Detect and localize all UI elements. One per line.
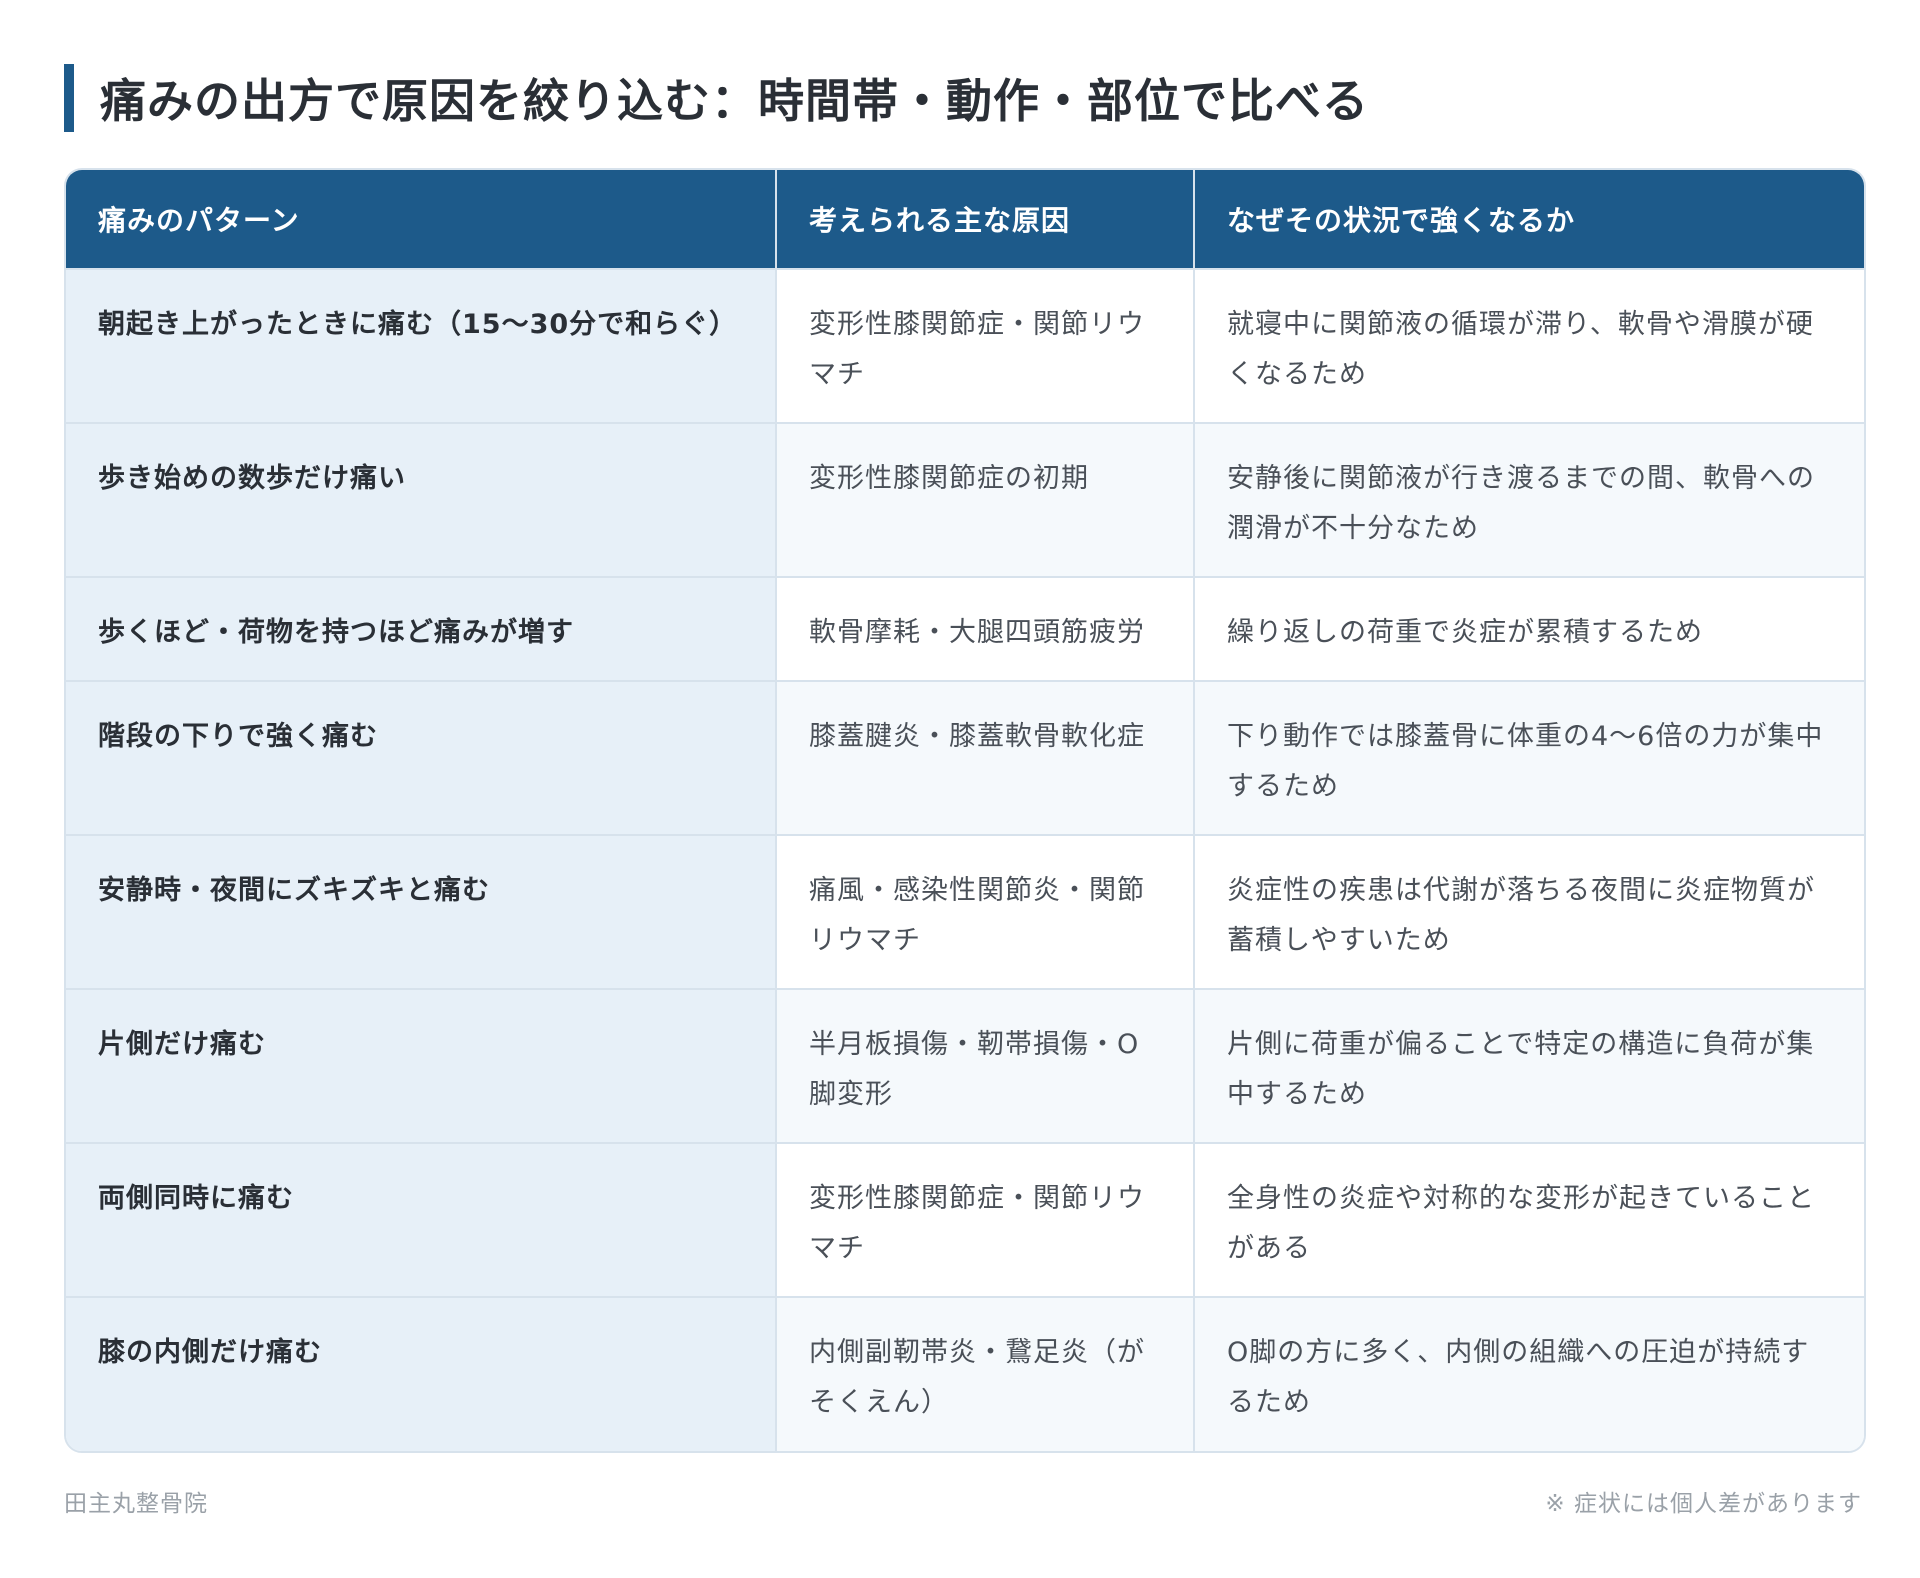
header-pain-pattern: 痛みのパターン: [66, 170, 776, 269]
pain-pattern-cell: 膝の内側だけ痛む: [66, 1296, 776, 1451]
pain-pattern-cell: 片側だけ痛む: [66, 988, 776, 1143]
disclaimer-note: ※ 症状には個人差があります: [1545, 1491, 1862, 1517]
table-row: 片側だけ痛む 半月板損傷・靭帯損傷・O脚変形 片側に荷重が偏ることで特定の構造に…: [66, 988, 1864, 1143]
table-row: 歩くほど・荷物を持つほど痛みが増す 軟骨摩耗・大腿四頭筋疲労 繰り返しの荷重で炎…: [66, 576, 1864, 681]
table-row: 両側同時に痛む 変形性膝関節症・関節リウマチ 全身性の炎症や対称的な変形が起きて…: [66, 1142, 1864, 1297]
reason-cell: 下り動作では膝蓋骨に体重の4〜6倍の力が集中するため: [1193, 680, 1864, 835]
pain-pattern-table: 痛みのパターン 考えられる主な原因 なぜその状況で強くなるか 朝起き上がったとき…: [64, 168, 1866, 1453]
cause-cell: 変形性膝関節症・関節リウマチ: [775, 1142, 1194, 1297]
title-accent-bar: [64, 64, 74, 132]
clinic-name: 田主丸整骨院: [64, 1491, 208, 1517]
reason-cell: 繰り返しの荷重で炎症が累積するため: [1193, 576, 1864, 681]
reason-cell: O脚の方に多く、内側の組織への圧迫が持続するため: [1193, 1296, 1864, 1451]
table-row: 歩き始めの数歩だけ痛い 変形性膝関節症の初期 安静後に関節液が行き渡るまでの間、…: [66, 422, 1864, 577]
table-header-row: 痛みのパターン 考えられる主な原因 なぜその状況で強くなるか: [66, 170, 1864, 269]
page-title: 痛みの出方で原因を絞り込む：時間帯・動作・部位で比べる: [100, 74, 1369, 128]
reason-cell: 炎症性の疾患は代謝が落ちる夜間に炎症物質が蓄積しやすいため: [1193, 834, 1864, 989]
pain-pattern-cell: 階段の下りで強く痛む: [66, 680, 776, 835]
pain-pattern-cell: 両側同時に痛む: [66, 1142, 776, 1297]
cause-cell: 軟骨摩耗・大腿四頭筋疲労: [775, 576, 1194, 681]
reason-cell: 安静後に関節液が行き渡るまでの間、軟骨への潤滑が不十分なため: [1193, 422, 1864, 577]
cause-cell: 痛風・感染性関節炎・関節リウマチ: [775, 834, 1194, 989]
page-heading: 痛みの出方で原因を絞り込む：時間帯・動作・部位で比べる: [64, 64, 1369, 132]
table-row: 安静時・夜間にズキズキと痛む 痛風・感染性関節炎・関節リウマチ 炎症性の疾患は代…: [66, 834, 1864, 989]
header-main-causes: 考えられる主な原因: [775, 170, 1194, 269]
cause-cell: 半月板損傷・靭帯損傷・O脚変形: [775, 988, 1194, 1143]
cause-cell: 変形性膝関節症・関節リウマチ: [775, 268, 1194, 423]
reason-cell: 就寝中に関節液の循環が滞り、軟骨や滑膜が硬くなるため: [1193, 268, 1864, 423]
pain-pattern-cell: 朝起き上がったときに痛む（15〜30分で和らぐ）: [66, 268, 776, 423]
reason-cell: 片側に荷重が偏ることで特定の構造に負荷が集中するため: [1193, 988, 1864, 1143]
cause-cell: 変形性膝関節症の初期: [775, 422, 1194, 577]
cause-cell: 膝蓋腱炎・膝蓋軟骨軟化症: [775, 680, 1194, 835]
cause-cell: 内側副靭帯炎・鵞足炎（がそくえん）: [775, 1296, 1194, 1451]
table-row: 膝の内側だけ痛む 内側副靭帯炎・鵞足炎（がそくえん） O脚の方に多く、内側の組織…: [66, 1296, 1864, 1451]
pain-pattern-cell: 歩くほど・荷物を持つほど痛みが増す: [66, 576, 776, 681]
table-row: 階段の下りで強く痛む 膝蓋腱炎・膝蓋軟骨軟化症 下り動作では膝蓋骨に体重の4〜6…: [66, 680, 1864, 835]
reason-cell: 全身性の炎症や対称的な変形が起きていることがある: [1193, 1142, 1864, 1297]
pain-pattern-cell: 歩き始めの数歩だけ痛い: [66, 422, 776, 577]
pain-pattern-cell: 安静時・夜間にズキズキと痛む: [66, 834, 776, 989]
table-row: 朝起き上がったときに痛む（15〜30分で和らぐ） 変形性膝関節症・関節リウマチ …: [66, 268, 1864, 423]
header-reason: なぜその状況で強くなるか: [1193, 170, 1864, 269]
